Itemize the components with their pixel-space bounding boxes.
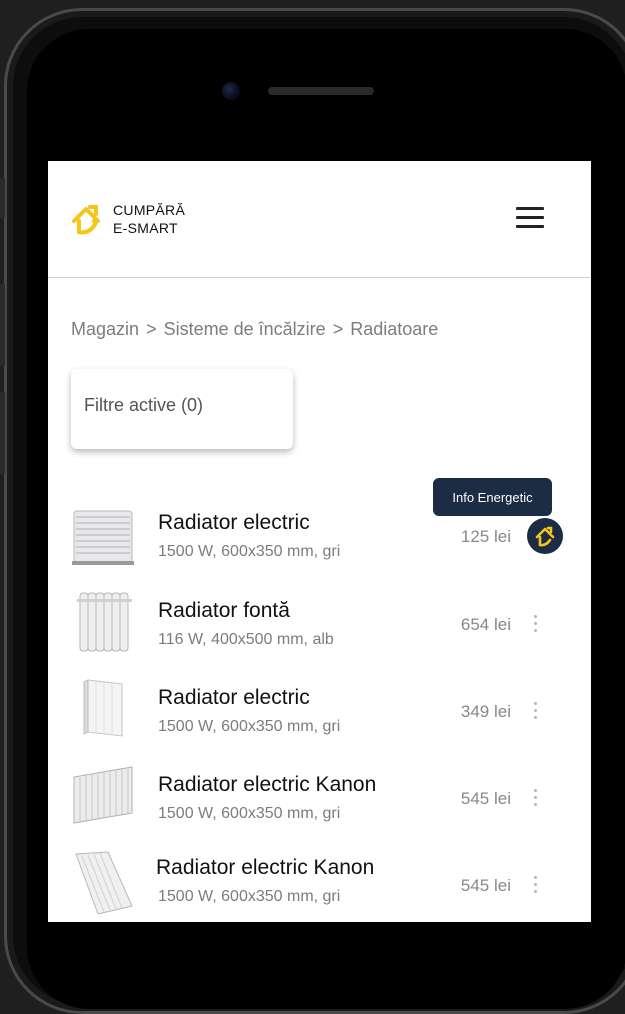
- product-name[interactable]: Radiator fontă: [158, 599, 290, 623]
- energy-house-icon[interactable]: [527, 518, 563, 554]
- phone-volume-down: [0, 392, 5, 474]
- product-description: 1500 W, 600x350 mm, gri: [158, 805, 341, 822]
- product-price: 545 lei: [460, 876, 511, 895]
- phone-side-button: [0, 178, 5, 218]
- product-price: 545 lei: [460, 789, 511, 808]
- breadcrumb-item-radiatoare[interactable]: Radiatoare: [350, 319, 438, 339]
- breadcrumb-item-sisteme[interactable]: Sisteme de încălzire: [164, 319, 326, 339]
- product-row[interactable]: Radiator electric Kanon 1500 W, 600x350 …: [48, 840, 591, 922]
- product-image: [77, 592, 132, 652]
- brand-line-1: CUMPĂRĂ: [113, 202, 186, 218]
- active-filters-label: Filtre active (0): [84, 395, 204, 415]
- active-filters-button[interactable]: Filtre active (0): [71, 369, 293, 449]
- product-name[interactable]: Radiator electric: [158, 511, 310, 535]
- app-screen: CUMPĂRĂ E-SMART Magazin > Sisteme de înc…: [48, 161, 591, 922]
- product-row[interactable]: Radiator electric Kanon 1500 W, 600x350 …: [48, 753, 591, 837]
- product-description: 116 W, 400x500 mm, alb: [158, 631, 334, 648]
- phone-volume-up: [0, 284, 5, 366]
- product-name[interactable]: Radiator electric Kanon: [158, 773, 376, 797]
- product-row[interactable]: Radiator electric 1500 W, 600x350 mm, gr…: [48, 666, 591, 750]
- product-description: 1500 W, 600x350 mm, gri: [158, 543, 341, 560]
- more-vert-icon[interactable]: [528, 613, 544, 637]
- hamburger-menu-icon[interactable]: [516, 207, 544, 229]
- product-name[interactable]: Radiator electric: [158, 686, 310, 710]
- phone-camera: [222, 82, 240, 100]
- product-image: [73, 766, 133, 824]
- product-price: 125 lei: [460, 527, 511, 546]
- product-row[interactable]: Radiator electric 1500 W, 600x350 mm, gr…: [48, 491, 591, 575]
- breadcrumb-separator: >: [146, 319, 157, 339]
- product-row[interactable]: Radiator fontă 116 W, 400x500 mm, alb 65…: [48, 579, 591, 663]
- brand-name[interactable]: CUMPĂRĂ E-SMART: [113, 201, 185, 237]
- more-vert-icon[interactable]: [528, 874, 544, 898]
- product-image: [75, 851, 133, 914]
- product-price: 349 lei: [460, 702, 511, 721]
- breadcrumb-separator: >: [332, 319, 344, 339]
- phone-speaker: [268, 87, 374, 95]
- product-description: 1500 W, 600x350 mm, gri: [158, 888, 341, 905]
- brand-line-2: E-SMART: [113, 220, 178, 236]
- product-name[interactable]: Radiator electric Kanon: [156, 856, 374, 880]
- breadcrumb: Magazin > Sisteme de încălzire > Radiato…: [71, 319, 438, 340]
- product-price: 654 lei: [460, 615, 511, 634]
- more-vert-icon[interactable]: [528, 787, 544, 811]
- product-description: 1500 W, 600x350 mm, gri: [158, 718, 341, 735]
- product-image: [83, 679, 123, 737]
- app-header: CUMPĂRĂ E-SMART: [48, 161, 591, 278]
- more-vert-icon[interactable]: [528, 700, 544, 724]
- house-logo-icon: [72, 205, 100, 235]
- product-image: [72, 510, 134, 565]
- breadcrumb-item-magazin[interactable]: Magazin: [71, 319, 139, 339]
